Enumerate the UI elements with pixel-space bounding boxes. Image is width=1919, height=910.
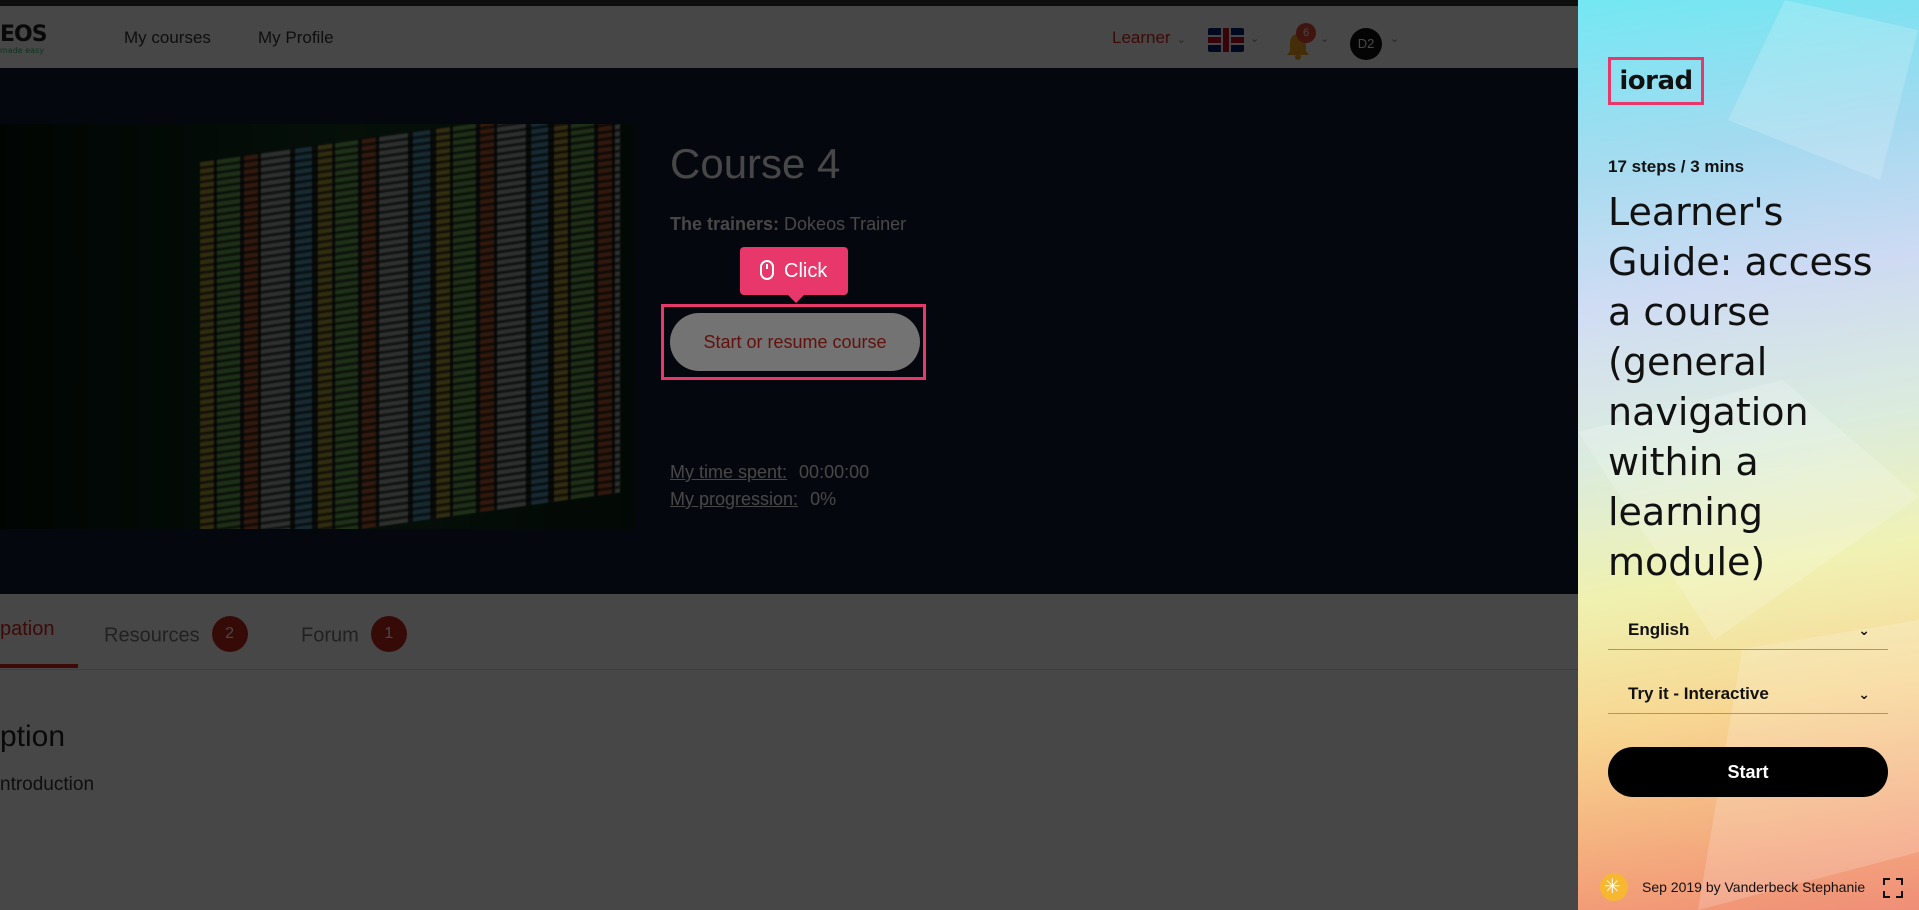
chevron-down-icon: ⌄	[1858, 686, 1870, 702]
mode-value: Try it - Interactive	[1628, 684, 1769, 703]
trainers-label: The trainers:	[670, 214, 780, 234]
tab-forum[interactable]: Forum 1	[301, 616, 407, 654]
tab-presentation[interactable]: pation	[0, 618, 55, 641]
role-label: Learner	[1112, 28, 1171, 47]
section-item-introduction[interactable]: ntroduction	[0, 774, 94, 796]
chevron-down-icon: ⌄	[1250, 33, 1260, 45]
forum-count-badge: 1	[370, 616, 407, 652]
time-spent: My time spent: 00:00:00	[670, 462, 869, 483]
progression-label: My progression:	[670, 489, 799, 509]
uk-flag-icon[interactable]	[1208, 28, 1244, 52]
author-avatar	[1600, 873, 1628, 901]
chevron-down-icon: ⌄	[1320, 33, 1330, 45]
trainers-value: Dokeos Trainer	[784, 214, 907, 234]
top-navigation-bar: EOS made easy My courses My Profile Lear…	[0, 0, 1578, 68]
tooltip-label: Click	[784, 260, 828, 282]
highlight-frame	[661, 304, 926, 380]
start-guide-button[interactable]: Start	[1608, 747, 1888, 797]
mode-select[interactable]: Try it - Interactive ⌄	[1608, 674, 1888, 714]
logo-text: EOS	[0, 22, 48, 47]
role-selector[interactable]: Learner ⌄	[1112, 28, 1186, 48]
guide-author-info: Sep 2019 by Vanderbeck Stephanie	[1642, 879, 1866, 895]
fullscreen-icon[interactable]	[1883, 878, 1903, 898]
progression: My progression: 0%	[670, 489, 836, 510]
course-title: Course 4	[670, 140, 841, 187]
app-logo[interactable]: EOS made easy	[0, 22, 48, 55]
nav-my-profile[interactable]: My Profile	[258, 28, 334, 48]
chevron-down-icon: ⌄	[1390, 33, 1400, 45]
course-page: EOS made easy My courses My Profile Lear…	[0, 0, 1578, 910]
section-title: ption	[0, 720, 66, 753]
language-value: English	[1628, 620, 1690, 639]
tab-resources-label: Resources	[104, 624, 200, 647]
tab-forum-label: Forum	[301, 624, 359, 647]
nav-my-courses[interactable]: My courses	[124, 28, 211, 48]
iorad-logo[interactable]: iorad	[1608, 57, 1704, 105]
logo-tagline: made easy	[0, 46, 44, 55]
course-trainers: The trainers: Dokeos Trainer	[670, 214, 906, 235]
course-tabs: pation Resources 2 Forum 1	[0, 594, 1578, 670]
chevron-down-icon: ⌄	[1858, 622, 1870, 638]
progression-value: 0%	[810, 489, 837, 509]
course-cover-image	[0, 124, 635, 529]
chevron-down-icon: ⌄	[1176, 34, 1186, 46]
guide-steps-count: 17 steps / 3 mins	[1608, 157, 1745, 176]
user-avatar[interactable]: D2	[1350, 28, 1382, 60]
guide-title: Learner's Guide: access a course (genera…	[1608, 190, 1873, 584]
language-select[interactable]: English ⌄	[1608, 610, 1888, 650]
tab-resources[interactable]: Resources 2	[104, 616, 248, 654]
notification-count-badge: 6	[1296, 23, 1316, 43]
time-spent-value: 00:00:00	[799, 462, 870, 482]
resources-count-badge: 2	[211, 616, 248, 652]
time-spent-label: My time spent:	[670, 462, 788, 482]
iorad-guide-panel: iorad 17 steps / 3 mins Learner's Guide:…	[1578, 0, 1919, 910]
mouse-icon	[760, 259, 774, 280]
click-hint-tooltip: Click	[740, 247, 848, 303]
active-tab-indicator	[0, 664, 78, 668]
